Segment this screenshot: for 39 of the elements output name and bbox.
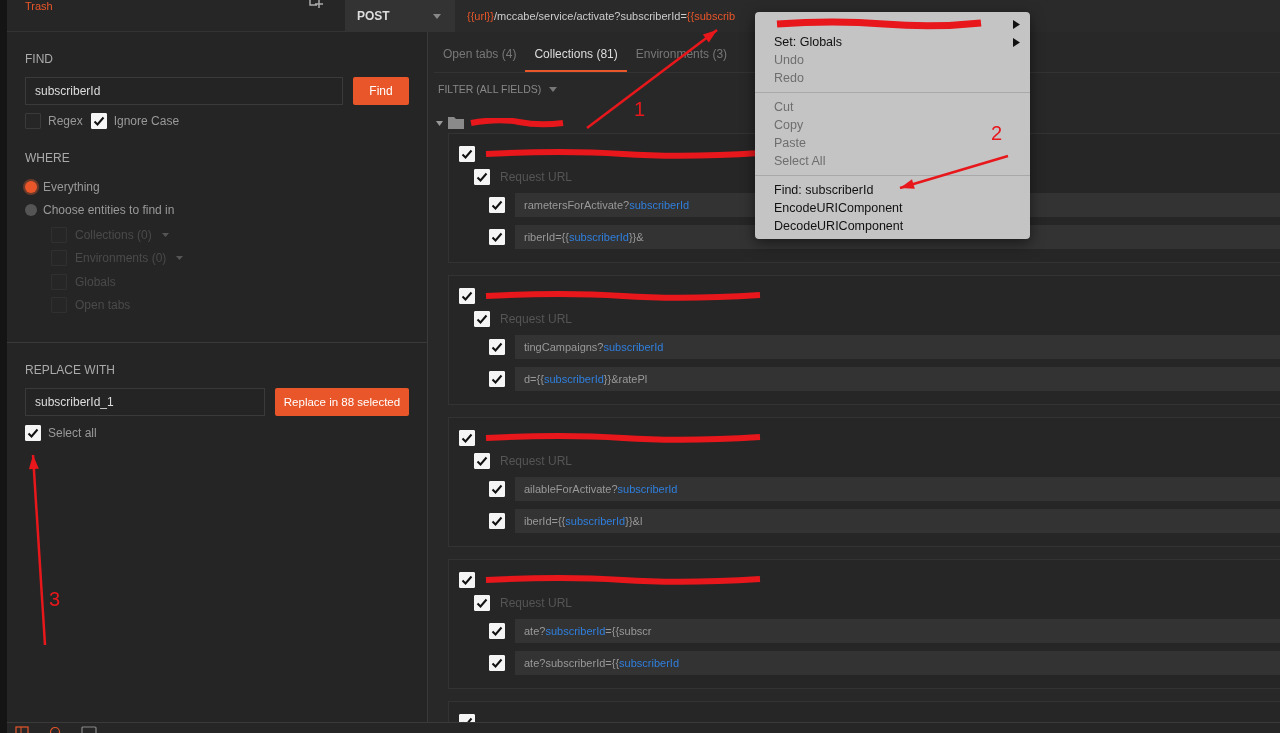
radio-label: Everything: [43, 179, 100, 194]
method-dropdown[interactable]: POST: [345, 0, 455, 32]
annotation-number: 3: [49, 588, 61, 611]
url-match-text: ate?subscriberId={{subscriberId: [515, 651, 1280, 675]
tab[interactable]: Collections (81): [525, 40, 627, 72]
filter-label[interactable]: FILTER (ALL FIELDS): [438, 83, 542, 95]
radio-button[interactable]: [25, 203, 37, 216]
replace-button[interactable]: Replace in 88 selected: [275, 388, 409, 416]
section-label: WHERE: [25, 151, 71, 165]
add-icon[interactable]: [309, 0, 323, 10]
find-field[interactable]: subscriberId: [25, 77, 343, 105]
caret-icon: [433, 13, 441, 19]
menu-item[interactable]: EncodeURIComponent: [774, 201, 903, 215]
expand-caret-icon[interactable]: [436, 120, 443, 126]
url-match-text: d={{subscriberId}}&ratePl: [515, 367, 1280, 391]
url-field[interactable]: {{url}}/mccabe/service/activate?subscriberId={{subscrib: [455, 0, 736, 32]
checkbox-label: Regex: [48, 114, 83, 128]
section-label: REPLACE WITH: [25, 363, 116, 377]
console-icon[interactable]: [81, 726, 97, 733]
annotation-number: 2: [991, 122, 1003, 145]
url-match-text: tingCampaigns?subscriberId: [515, 335, 1280, 359]
search-icon[interactable]: [49, 726, 61, 733]
radio-label: Choose entities to find in: [43, 202, 175, 217]
caret-icon[interactable]: [549, 86, 558, 92]
section-label: FIND: [25, 52, 54, 66]
find-button[interactable]: Find: [353, 77, 409, 105]
url-match-text: ailableForActivate?subscriberId: [515, 477, 1280, 501]
checkbox-label: Select all: [48, 426, 97, 440]
replace-field[interactable]: subscriberId_1: [25, 388, 265, 416]
folder-icon: [448, 117, 464, 129]
annotation-number: 1: [634, 98, 646, 121]
menu-item[interactable]: Set: Globals: [774, 35, 843, 49]
tab[interactable]: Open tabs (4): [434, 40, 526, 72]
radio-button[interactable]: [25, 180, 37, 193]
sidebar-title[interactable]: Trash: [25, 0, 53, 12]
url-match-text: ate?subscriberId={{subscr: [515, 619, 1280, 643]
checkbox-label: Ignore Case: [113, 114, 180, 128]
sidebar-toggle-icon[interactable]: [15, 726, 29, 733]
url-match-text: iberId={{subscriberId}}&l: [515, 509, 1280, 533]
